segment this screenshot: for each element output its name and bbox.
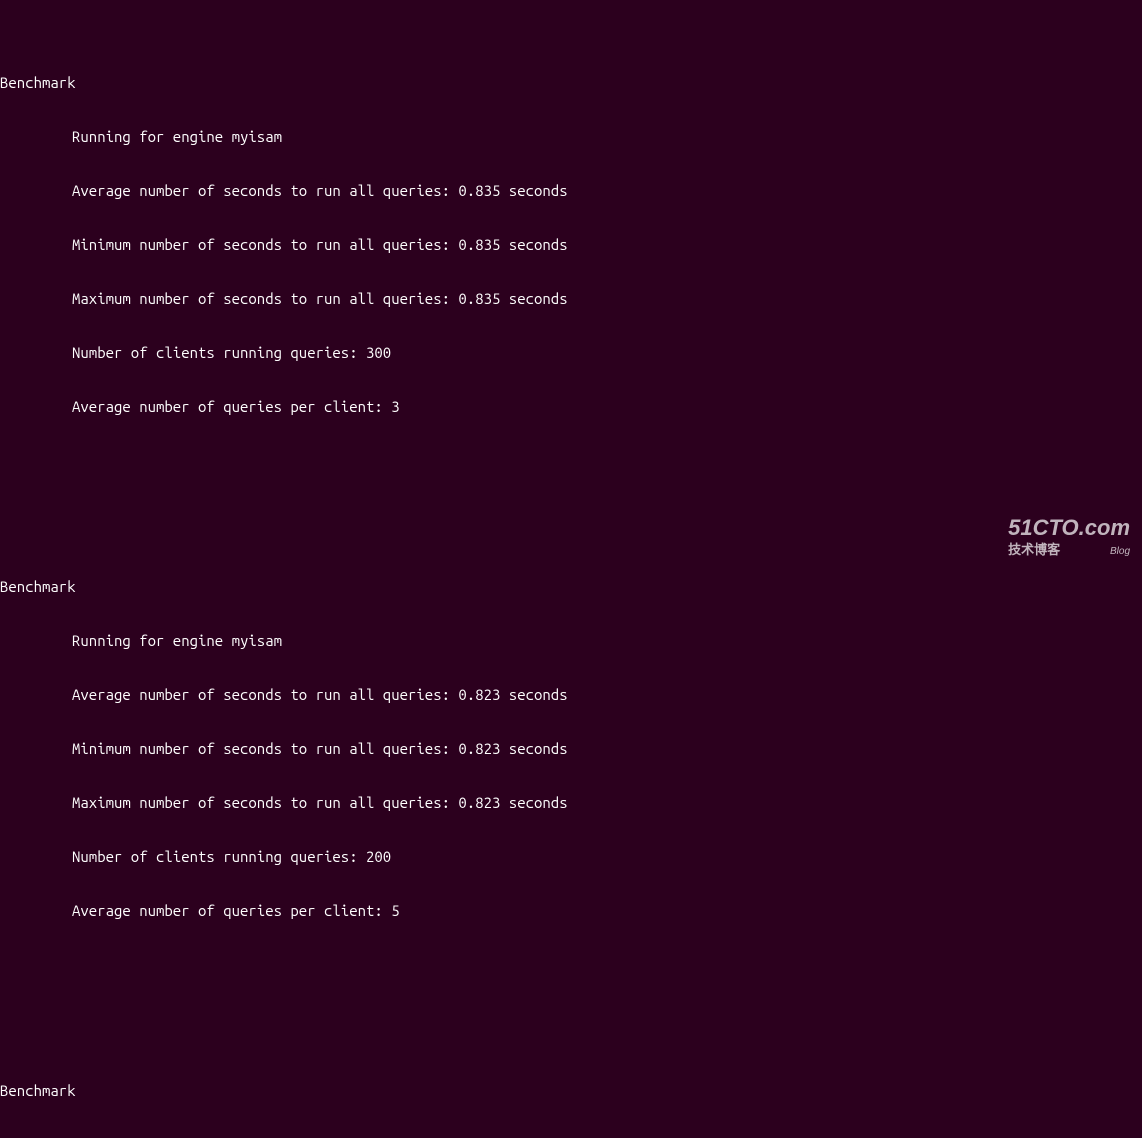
benchmark-queries-per-client: Average number of queries per client: 3 — [0, 398, 1142, 416]
blank-line — [0, 992, 1142, 1010]
benchmark-avg-seconds: Average number of seconds to run all que… — [0, 686, 1142, 704]
blank-line — [0, 488, 1142, 506]
watermark-chinese-text: 技术博客 — [1008, 541, 1060, 559]
watermark-sub: 技术博客 Blog — [1008, 541, 1130, 561]
benchmark-engine-line: Running for engine myisam — [0, 128, 1142, 146]
benchmark-engine-line: Running for engine myisam — [0, 632, 1142, 650]
benchmark-engine-line: Running for engine innodb — [0, 1136, 1142, 1138]
benchmark-header: Benchmark — [0, 74, 1142, 92]
benchmark-block: Benchmark Running for engine myisam Aver… — [0, 542, 1142, 956]
benchmark-block: Benchmark Running for engine myisam Aver… — [0, 38, 1142, 452]
benchmark-header: Benchmark — [0, 578, 1142, 596]
benchmark-min-seconds: Minimum number of seconds to run all que… — [0, 740, 1142, 758]
terminal-output: Benchmark Running for engine myisam Aver… — [0, 2, 1142, 1138]
benchmark-clients: Number of clients running queries: 300 — [0, 344, 1142, 362]
benchmark-block: Benchmark Running for engine innodb Aver… — [0, 1046, 1142, 1138]
benchmark-max-seconds: Maximum number of seconds to run all que… — [0, 794, 1142, 812]
benchmark-queries-per-client: Average number of queries per client: 5 — [0, 902, 1142, 920]
benchmark-header: Benchmark — [0, 1082, 1142, 1100]
watermark-blog-text: Blog — [1110, 543, 1130, 561]
benchmark-min-seconds: Minimum number of seconds to run all que… — [0, 236, 1142, 254]
watermark: 51CTO.com 技术博客 Blog — [1008, 517, 1130, 561]
benchmark-clients: Number of clients running queries: 200 — [0, 848, 1142, 866]
benchmark-avg-seconds: Average number of seconds to run all que… — [0, 182, 1142, 200]
benchmark-max-seconds: Maximum number of seconds to run all que… — [0, 290, 1142, 308]
watermark-main-text: 51CTO.com — [1008, 517, 1130, 539]
